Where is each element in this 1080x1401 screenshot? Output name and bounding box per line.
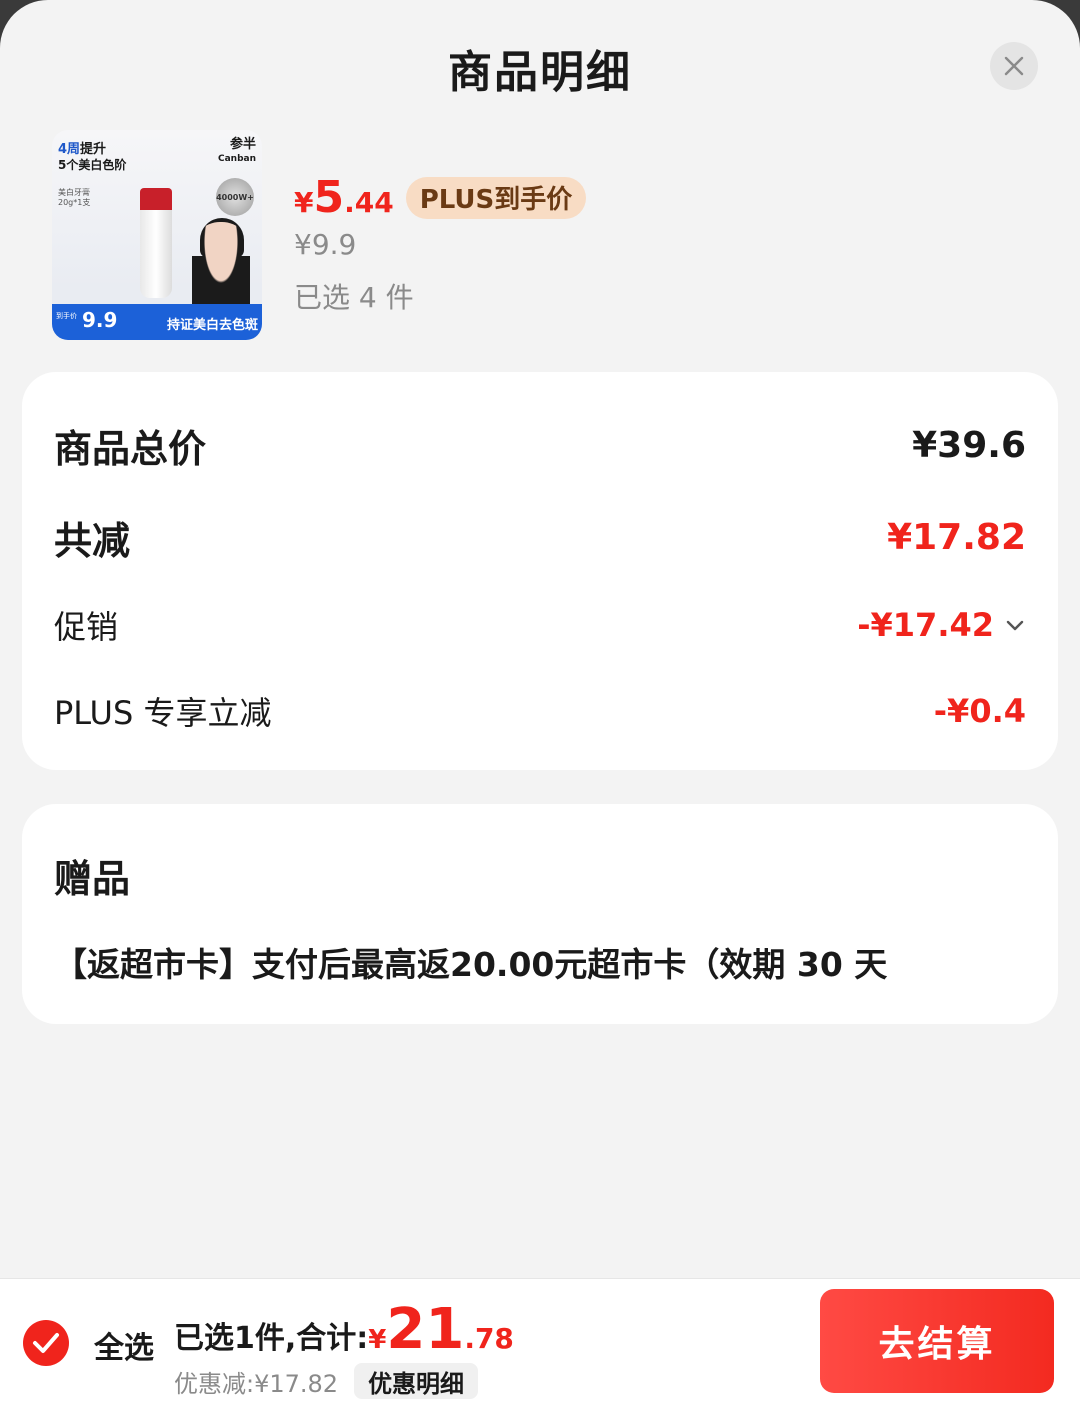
price-integer: 5: [313, 172, 345, 223]
promo-value: -¥17.42: [857, 606, 994, 644]
select-all-label[interactable]: 全选: [94, 1323, 154, 1367]
price-decimal: .44: [344, 186, 394, 219]
summary-reduce-row: 共减 ¥17.82: [54, 510, 1026, 565]
total-value: ¥39.6: [912, 425, 1026, 466]
checked-circle-icon[interactable]: [22, 1319, 70, 1367]
thumb-badge: 4000W+: [216, 178, 254, 216]
product-detail-sheet: 商品明细 4周提升 5个美白色阶 美白牙膏 20g*1支 参半 Canban 4…: [0, 0, 1080, 1401]
discount-text: 优惠减:¥17.82: [174, 1369, 339, 1398]
product-price-row: ¥ 5 .44 PLUS到手价: [294, 172, 587, 223]
summary-plus-row: PLUS 专享立减 -¥0.4: [54, 688, 1026, 734]
bottom-total-decimal: .78: [464, 1322, 514, 1355]
thumb-headline: 4周提升: [58, 142, 107, 157]
thumb-price: 9.9: [82, 308, 118, 332]
checkout-bar: 全选 已选1件,合计: ¥ 21 .78 优惠减:¥17.82 优惠明细 去结算: [0, 1278, 1080, 1401]
promo-label: 促销: [54, 608, 119, 646]
chevron-down-icon[interactable]: [1004, 614, 1026, 636]
total-line: 已选1件,合计: ¥ 21 .78: [174, 1297, 514, 1362]
discount-line: 优惠减:¥17.82 优惠明细: [174, 1363, 479, 1399]
checkout-button[interactable]: 去结算: [820, 1289, 1054, 1393]
reduce-label: 共减: [54, 519, 131, 563]
promo-value-wrap[interactable]: -¥17.42: [857, 606, 1026, 644]
thumb-headline-2: 5个美白色阶: [58, 158, 127, 172]
model-body: [192, 222, 250, 312]
selected-count: 已选 4 件: [294, 281, 414, 314]
bottom-total-label: 已选1件,合计:: [174, 1321, 369, 1356]
summary-total-row: 商品总价 ¥39.6: [54, 418, 1026, 473]
product-image[interactable]: 4周提升 5个美白色阶 美白牙膏 20g*1支 参半 Canban 4000W+…: [52, 130, 262, 340]
toothpaste-tube-image: [140, 188, 172, 298]
close-icon: [1004, 56, 1024, 76]
plus-price-tag: PLUS到手价: [405, 176, 587, 219]
price-summary-card: 商品总价 ¥39.6 共减 ¥17.82 促销 -¥17.42 PLUS 专享立…: [22, 372, 1058, 770]
summary-promo-row[interactable]: 促销 -¥17.42: [54, 602, 1026, 648]
bottom-total-symbol: ¥: [368, 1325, 387, 1355]
total-label: 商品总价: [54, 427, 207, 471]
gift-card: 赠品 【返超市卡】支付后最高返20.00元超市卡（效期 30 天: [22, 804, 1058, 1024]
bottom-total-integer: 21: [386, 1297, 465, 1362]
close-button[interactable]: [990, 42, 1038, 90]
plus-discount-value: -¥0.4: [933, 692, 1026, 730]
sheet-title: 商品明细: [448, 47, 632, 98]
reduce-value: ¥17.82: [887, 517, 1026, 558]
price-symbol: ¥: [294, 186, 314, 219]
thumb-slogan: 持证美白去色斑: [166, 318, 258, 333]
thumb-spec: 美白牙膏 20g*1支: [58, 188, 91, 207]
original-price: ¥9.9: [294, 228, 357, 261]
thumb-footer: 到手价 9.9 持证美白去色斑: [52, 304, 262, 340]
discount-detail-button[interactable]: 优惠明细: [354, 1363, 479, 1399]
thumb-price-tag: 到手价: [56, 312, 77, 320]
gift-description: 【返超市卡】支付后最高返20.00元超市卡（效期 30 天: [54, 945, 888, 984]
gift-title: 赠品: [54, 857, 131, 901]
thumb-brand: 参半 Canban: [217, 137, 256, 165]
plus-discount-label: PLUS 专享立减: [54, 694, 272, 732]
